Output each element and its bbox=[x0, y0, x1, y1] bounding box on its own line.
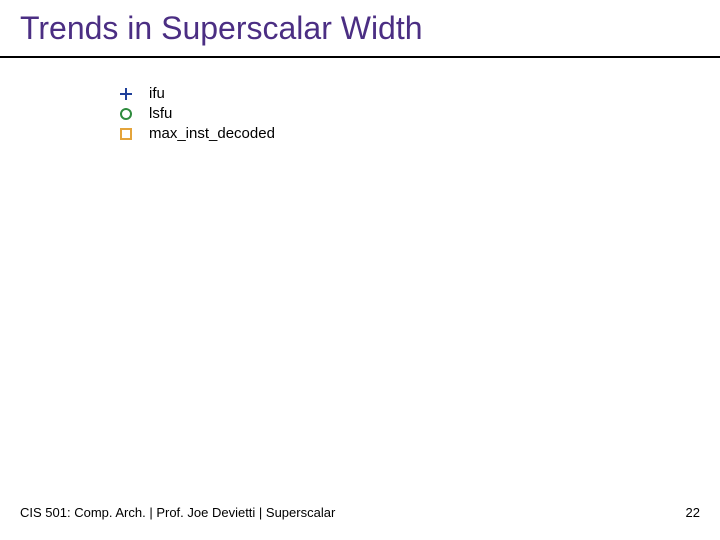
legend-label: lsfu bbox=[149, 104, 172, 124]
slide: Trends in Superscalar Width ifu lsfu bbox=[0, 0, 720, 540]
legend-label: max_inst_decoded bbox=[149, 124, 275, 144]
page-title: Trends in Superscalar Width bbox=[20, 10, 423, 47]
page-number: 22 bbox=[686, 505, 700, 520]
legend-item: max_inst_decoded bbox=[117, 124, 275, 144]
footer-text: CIS 501: Comp. Arch. | Prof. Joe Deviett… bbox=[20, 505, 335, 520]
footer: CIS 501: Comp. Arch. | Prof. Joe Deviett… bbox=[20, 505, 700, 520]
plus-icon bbox=[117, 85, 135, 103]
circle-icon bbox=[117, 105, 135, 123]
legend-item: lsfu bbox=[117, 104, 275, 124]
legend-label: ifu bbox=[149, 84, 165, 104]
title-underline bbox=[0, 56, 720, 58]
legend: ifu lsfu max_inst_decoded bbox=[117, 84, 275, 144]
square-icon bbox=[117, 125, 135, 143]
legend-item: ifu bbox=[117, 84, 275, 104]
